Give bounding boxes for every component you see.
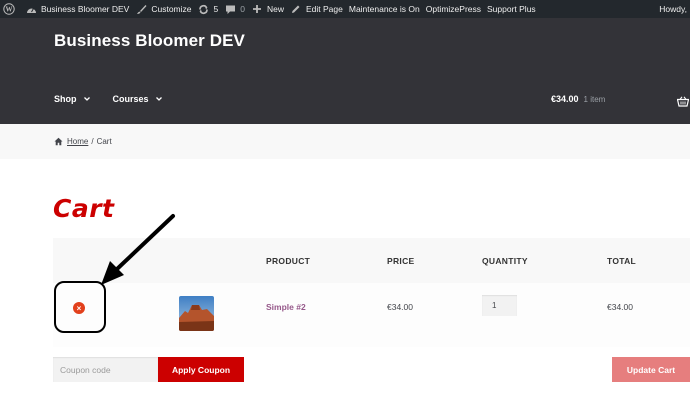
admin-comments[interactable]: 0 (224, 0, 251, 18)
nav-item-courses[interactable]: Courses (113, 94, 163, 104)
apply-coupon-button[interactable]: Apply Coupon (158, 357, 244, 382)
chevron-down-icon (155, 95, 163, 103)
site-title[interactable]: Business Bloomer DEV (54, 31, 245, 51)
admin-site-name[interactable]: Business Bloomer DEV (25, 0, 135, 18)
cart-table-header: PRODUCT PRICE QUANTITY TOTAL (53, 238, 690, 283)
product-subtotal: €34.00 (607, 302, 633, 312)
wordpress-logo-menu[interactable]: W (0, 0, 25, 18)
update-cart-button[interactable]: Update Cart (612, 357, 690, 382)
quantity-input[interactable] (482, 295, 517, 316)
cart-table: PRODUCT PRICE QUANTITY TOTAL × Simple #2… (53, 238, 690, 347)
close-icon: × (76, 303, 82, 313)
admin-optimizepress-label: OptimizePress (425, 4, 481, 14)
nav-item-shop-label: Shop (54, 94, 77, 104)
product-name-link[interactable]: Simple #2 (266, 302, 306, 312)
admin-howdy-label: Howdy, (659, 4, 687, 14)
remove-item-button[interactable]: × (73, 302, 85, 314)
product-price: €34.00 (387, 302, 413, 312)
basket-icon[interactable] (676, 94, 690, 107)
wordpress-icon: W (3, 3, 15, 15)
header-cart-count: 1 item (583, 94, 606, 104)
admin-new-label: New (266, 4, 284, 14)
product-thumbnail-image (179, 296, 214, 331)
column-header-price: PRICE (387, 256, 415, 266)
comment-icon (224, 3, 236, 15)
chevron-down-icon (83, 95, 91, 103)
admin-maintenance[interactable]: Maintenance is On (349, 0, 426, 18)
admin-customize-label: Customize (151, 4, 192, 14)
product-thumbnail[interactable] (179, 296, 214, 331)
primary-navigation: Shop Courses (54, 94, 163, 104)
admin-account[interactable]: Howdy, (659, 0, 687, 18)
table-row: × Simple #2 €34.00 €34.00 (53, 283, 690, 347)
admin-new[interactable]: New (251, 0, 290, 18)
admin-optimizepress[interactable]: OptimizePress (426, 0, 487, 18)
breadcrumb-current: Cart (96, 137, 112, 146)
admin-maintenance-label: Maintenance is On (348, 4, 420, 14)
admin-support[interactable]: Support Plus (487, 0, 542, 18)
breadcrumb-home-link[interactable]: Home (67, 137, 88, 146)
admin-bar: W Business Bloomer DEV Customize 5 0 New (0, 0, 690, 18)
coupon-code-input[interactable] (53, 357, 158, 382)
admin-edit-page[interactable]: Edit Page (290, 0, 349, 18)
admin-edit-page-label: Edit Page (305, 4, 343, 14)
column-header-quantity: QUANTITY (482, 256, 528, 266)
brush-icon (135, 3, 147, 15)
page-title: Cart (53, 194, 115, 223)
pencil-icon (290, 3, 302, 15)
admin-customize[interactable]: Customize (135, 0, 197, 18)
admin-site-name-label: Business Bloomer DEV (41, 4, 130, 14)
plus-icon (251, 3, 263, 15)
home-icon (54, 137, 63, 146)
nav-item-courses-label: Courses (112, 94, 149, 104)
svg-text:W: W (6, 6, 13, 14)
breadcrumb-separator: / (91, 137, 94, 146)
admin-updates[interactable]: 5 (198, 0, 225, 18)
admin-support-label: Support Plus (487, 4, 536, 14)
header-cart-link[interactable]: €34.00 1 item (551, 94, 605, 104)
header-cart-amount: €34.00 (551, 94, 579, 104)
refresh-icon (198, 3, 210, 15)
home-gauge-icon (25, 3, 37, 15)
admin-comments-count: 0 (240, 4, 245, 14)
breadcrumb: Home / Cart (0, 124, 690, 159)
nav-item-shop[interactable]: Shop (54, 94, 91, 104)
column-header-total: TOTAL (607, 256, 637, 266)
admin-updates-count: 5 (213, 4, 219, 14)
column-header-product: PRODUCT (266, 256, 311, 266)
site-header: Business Bloomer DEV Shop Courses €34.00… (0, 18, 690, 124)
